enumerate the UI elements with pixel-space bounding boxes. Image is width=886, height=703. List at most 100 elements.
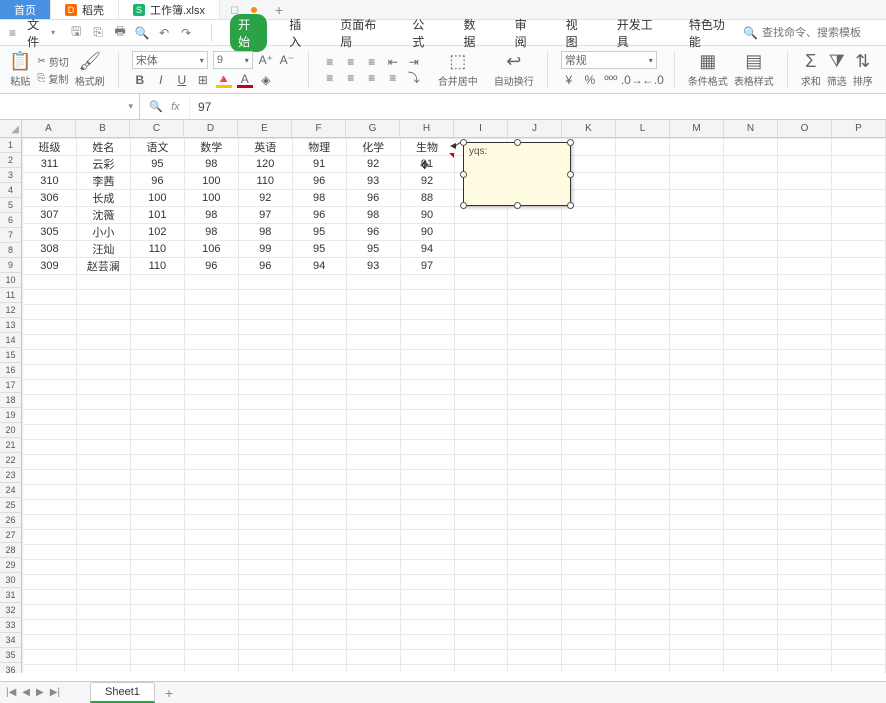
cell[interactable] xyxy=(23,665,77,674)
cell[interactable] xyxy=(454,545,508,560)
row-header[interactable]: 6 xyxy=(0,213,21,228)
cell[interactable] xyxy=(238,515,292,530)
inc-dec-button[interactable]: .0→ xyxy=(624,72,640,88)
row-header[interactable]: 30 xyxy=(0,573,21,588)
cell[interactable] xyxy=(562,350,616,365)
row-header[interactable]: 11 xyxy=(0,288,21,303)
font-color-button[interactable]: A xyxy=(237,72,253,88)
row-header[interactable]: 12 xyxy=(0,303,21,318)
cell[interactable] xyxy=(454,635,508,650)
cell[interactable] xyxy=(292,545,346,560)
cell[interactable] xyxy=(184,440,238,455)
cell[interactable]: 106 xyxy=(184,241,238,258)
cell[interactable] xyxy=(831,395,885,410)
cell[interactable] xyxy=(778,410,832,425)
cell[interactable] xyxy=(508,545,562,560)
cell[interactable]: 96 xyxy=(346,190,400,207)
cell[interactable] xyxy=(238,290,292,305)
cell[interactable] xyxy=(130,470,184,485)
cell[interactable] xyxy=(778,590,832,605)
cell[interactable] xyxy=(454,470,508,485)
row-header[interactable]: 5 xyxy=(0,198,21,213)
cell[interactable] xyxy=(130,320,184,335)
cell[interactable] xyxy=(130,425,184,440)
cell[interactable] xyxy=(184,410,238,425)
cell[interactable] xyxy=(454,515,508,530)
cell[interactable] xyxy=(724,635,778,650)
cell[interactable] xyxy=(831,156,885,173)
cell[interactable] xyxy=(831,545,885,560)
nav-prev-icon[interactable]: ◀ xyxy=(22,687,30,698)
cell[interactable] xyxy=(238,590,292,605)
cell[interactable] xyxy=(76,470,130,485)
cell[interactable] xyxy=(184,350,238,365)
cell[interactable] xyxy=(400,275,454,290)
cell[interactable] xyxy=(346,545,400,560)
cell[interactable] xyxy=(562,241,616,258)
cell[interactable] xyxy=(778,515,832,530)
orient-icon[interactable]: ⤵ xyxy=(406,70,422,86)
cell[interactable] xyxy=(346,455,400,470)
cell[interactable] xyxy=(508,635,562,650)
cell[interactable] xyxy=(670,335,724,350)
cell[interactable] xyxy=(616,470,670,485)
row-header[interactable]: 19 xyxy=(0,408,21,423)
cell[interactable] xyxy=(454,224,508,241)
cell[interactable]: 98 xyxy=(184,207,238,224)
align-just-icon[interactable]: ≡ xyxy=(385,70,401,86)
cell[interactable] xyxy=(724,395,778,410)
resize-handle[interactable] xyxy=(460,202,467,209)
cell[interactable] xyxy=(184,455,238,470)
row-header[interactable]: 22 xyxy=(0,453,21,468)
cell[interactable] xyxy=(562,275,616,290)
row-header[interactable]: 3 xyxy=(0,168,21,183)
wps-tab[interactable]: D 稻壳 xyxy=(51,0,119,19)
cell[interactable] xyxy=(616,335,670,350)
cell[interactable] xyxy=(400,650,454,665)
cell[interactable] xyxy=(562,605,616,620)
cell[interactable] xyxy=(562,224,616,241)
cell[interactable] xyxy=(76,545,130,560)
cell[interactable] xyxy=(508,305,562,320)
cell[interactable] xyxy=(292,440,346,455)
cell[interactable] xyxy=(670,650,724,665)
cell[interactable] xyxy=(130,440,184,455)
italic-button[interactable]: I xyxy=(153,72,169,88)
cell[interactable] xyxy=(130,575,184,590)
export-icon[interactable]: ⎘ xyxy=(91,26,105,40)
cell[interactable] xyxy=(616,545,670,560)
cell[interactable] xyxy=(184,620,238,635)
cell[interactable] xyxy=(508,258,562,275)
cond-format-button[interactable]: ▦ 条件格式 xyxy=(688,51,728,88)
cell[interactable]: 92 xyxy=(346,156,400,173)
cell[interactable] xyxy=(238,365,292,380)
cell[interactable] xyxy=(508,350,562,365)
comma-button[interactable]: ººº xyxy=(603,72,619,88)
cell[interactable] xyxy=(23,305,77,320)
cell[interactable] xyxy=(616,320,670,335)
cell[interactable] xyxy=(616,425,670,440)
cell[interactable] xyxy=(670,425,724,440)
cell[interactable] xyxy=(292,335,346,350)
cell[interactable] xyxy=(616,305,670,320)
cell[interactable] xyxy=(346,320,400,335)
cell[interactable] xyxy=(23,575,77,590)
cell[interactable] xyxy=(76,350,130,365)
print-icon[interactable]: 🖶 xyxy=(113,26,127,40)
cell[interactable] xyxy=(670,410,724,425)
resize-handle[interactable] xyxy=(567,139,574,146)
col-header[interactable]: M xyxy=(670,120,724,137)
add-sheet-button[interactable]: + xyxy=(161,685,177,701)
cell[interactable] xyxy=(346,275,400,290)
cell[interactable] xyxy=(508,515,562,530)
cell[interactable] xyxy=(454,241,508,258)
indent-dec-icon[interactable]: ⇤ xyxy=(385,54,401,70)
cell[interactable] xyxy=(238,275,292,290)
cell[interactable] xyxy=(831,305,885,320)
cell[interactable] xyxy=(831,665,885,674)
cell[interactable] xyxy=(23,365,77,380)
cell[interactable] xyxy=(616,440,670,455)
cell[interactable]: 310 xyxy=(23,173,77,190)
cell[interactable] xyxy=(23,500,77,515)
col-header[interactable]: I xyxy=(454,120,508,137)
